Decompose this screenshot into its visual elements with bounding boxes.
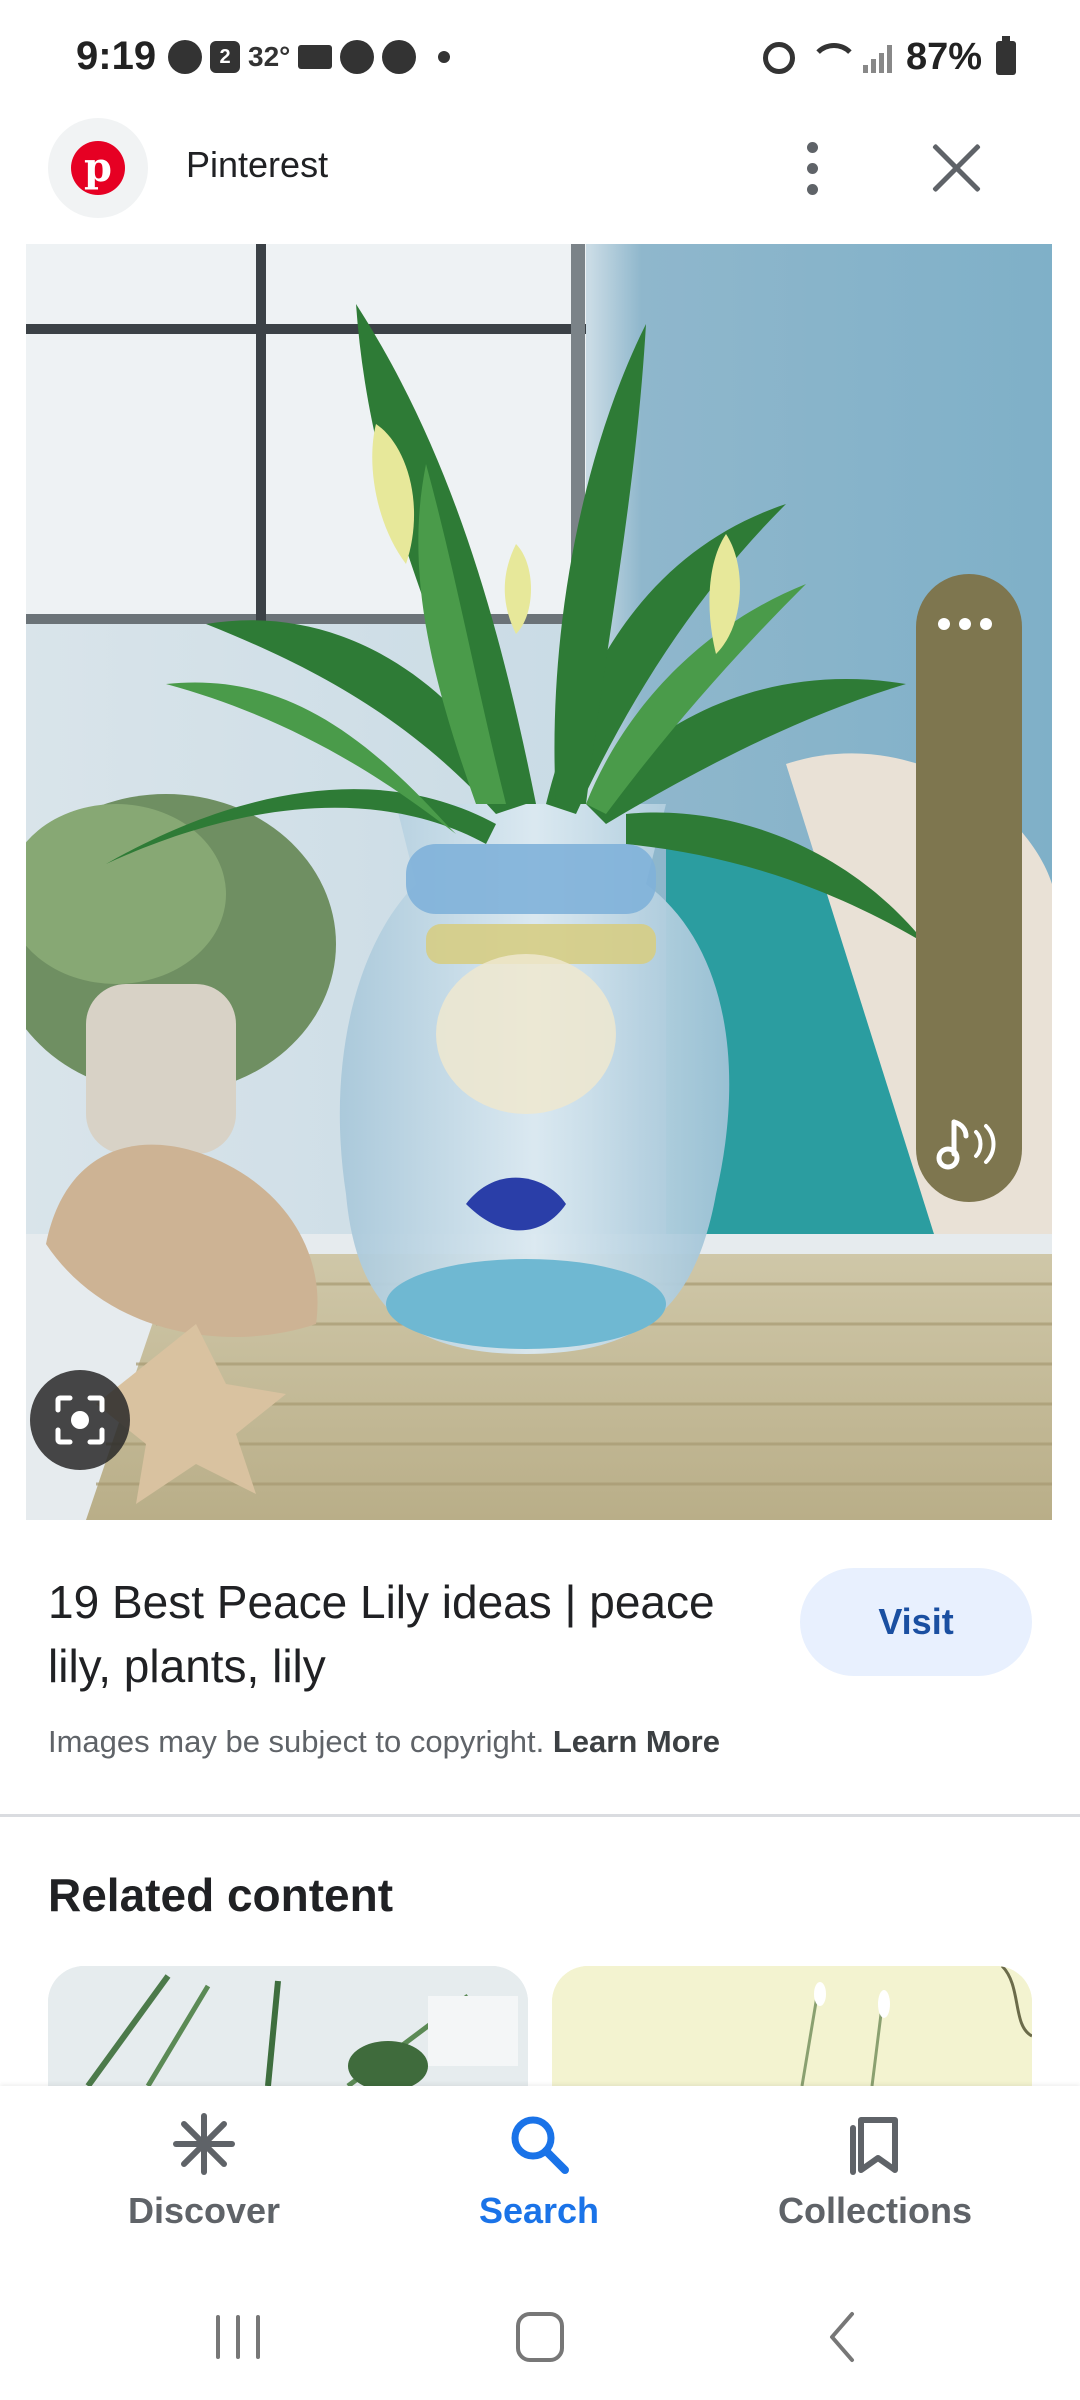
pinterest-logo-icon: p bbox=[71, 141, 125, 195]
status-bar: 9:19 2 32° 87% bbox=[0, 0, 1080, 118]
notification-icon bbox=[382, 40, 417, 74]
related-card-image bbox=[48, 1966, 528, 2086]
learn-more-link[interactable]: Learn More bbox=[553, 1724, 720, 1759]
mail-icon bbox=[298, 45, 333, 69]
nav-collections-label: Collections bbox=[777, 2190, 973, 2231]
back-icon[interactable] bbox=[802, 2302, 882, 2372]
related-card[interactable] bbox=[552, 1966, 1032, 2086]
lens-search-button[interactable] bbox=[30, 1370, 130, 1470]
nav-search-label: Search bbox=[478, 2190, 600, 2231]
status-time: 9:19 bbox=[76, 34, 157, 78]
source-header: p Pinterest bbox=[0, 118, 1080, 240]
site-name[interactable]: Pinterest bbox=[186, 144, 328, 186]
bottom-navigation: Discover Search Collections bbox=[0, 2086, 1080, 2272]
close-button[interactable] bbox=[920, 132, 992, 204]
system-navigation-bar bbox=[0, 2272, 1080, 2400]
peace-lily-vase-image bbox=[26, 244, 1052, 1520]
status-system-icons: 87% bbox=[762, 35, 1016, 79]
music-audio-icon[interactable] bbox=[936, 1114, 1004, 1174]
battery-percent: 87% bbox=[905, 36, 982, 78]
floating-side-panel[interactable] bbox=[916, 574, 1022, 1202]
more-options-button[interactable] bbox=[782, 128, 842, 208]
nav-collections[interactable]: Collections bbox=[725, 2112, 1025, 2252]
alarm-icon bbox=[762, 41, 795, 74]
collections-icon bbox=[850, 2117, 898, 2175]
wifi-icon bbox=[808, 42, 859, 73]
divider bbox=[0, 1814, 1080, 1817]
recent-apps-icon[interactable] bbox=[198, 2302, 278, 2372]
nav-discover[interactable]: Discover bbox=[54, 2112, 354, 2252]
related-card[interactable] bbox=[48, 1966, 528, 2086]
temperature-text: 32° bbox=[248, 41, 291, 72]
notification-icon bbox=[340, 40, 375, 74]
status-notification-icons: 2 32° bbox=[168, 40, 451, 74]
calendar-icon: 2 bbox=[210, 41, 240, 73]
notification-icon bbox=[168, 40, 202, 74]
more-notifications-dot-icon bbox=[438, 51, 451, 63]
lens-icon bbox=[55, 1395, 105, 1445]
visit-button[interactable]: Visit bbox=[800, 1568, 1032, 1676]
signal-icon bbox=[862, 43, 892, 73]
copyright-text: Images may be subject to copyright. bbox=[48, 1724, 545, 1759]
result-title[interactable]: 19 Best Peace Lily ideas | peace lily, p… bbox=[48, 1570, 768, 1698]
site-logo[interactable]: p bbox=[48, 118, 148, 218]
nav-discover-label: Discover bbox=[127, 2190, 281, 2231]
asterisk-icon bbox=[173, 2113, 235, 2175]
copyright-notice: Images may be subject to copyright. Lear… bbox=[48, 1724, 720, 1760]
more-vert-icon bbox=[806, 141, 818, 153]
related-card-image bbox=[552, 1966, 1032, 2086]
search-icon bbox=[511, 2116, 569, 2174]
battery-icon bbox=[996, 35, 1016, 75]
related-content-heading: Related content bbox=[48, 1869, 394, 1921]
side-panel-more-icon[interactable] bbox=[938, 618, 992, 630]
result-image[interactable] bbox=[26, 244, 1052, 1520]
nav-search[interactable]: Search bbox=[389, 2112, 689, 2252]
home-icon[interactable] bbox=[500, 2302, 580, 2372]
